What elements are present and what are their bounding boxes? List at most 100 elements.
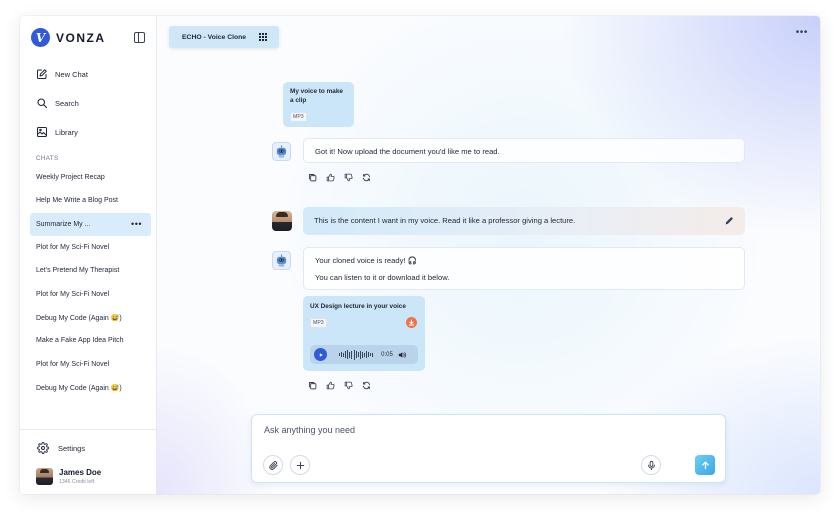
tab-echo-voice-clone[interactable]: ECHO - Voice Clone <box>169 26 279 48</box>
chat-item[interactable]: Make a Fake App Idea Pitch <box>30 329 151 352</box>
arrow-up-icon <box>701 461 709 469</box>
file-title: My voice to make a clip <box>290 88 343 104</box>
chat-item[interactable]: Weekly Project Recap <box>30 166 151 189</box>
waveform-bar <box>341 352 342 357</box>
add-button[interactable] <box>290 455 310 475</box>
waveform-bar <box>347 350 349 359</box>
chat-item-label: Summarize My ... <box>36 221 91 228</box>
sidebar: V VONZA New Chat Search Library CHATS We… <box>20 16 157 494</box>
attach-button[interactable] <box>263 455 283 475</box>
nav-library[interactable]: Library <box>36 126 78 138</box>
user-profile[interactable]: James Doe 1346 Credit left <box>36 468 101 485</box>
gear-icon <box>37 442 49 454</box>
regenerate-icon[interactable] <box>361 172 371 182</box>
chat-item[interactable]: Debug My Code (Again 😅) <box>30 376 151 399</box>
message-actions <box>307 380 371 390</box>
play-icon[interactable] <box>314 348 327 361</box>
sidebar-toggle-icon[interactable] <box>134 32 145 43</box>
brand-logo: V <box>31 28 50 47</box>
waveform-bar <box>353 349 355 360</box>
volume-icon[interactable] <box>398 351 406 359</box>
sidebar-divider <box>20 429 157 430</box>
grid-icon[interactable] <box>259 33 267 41</box>
bot-message-line: Your cloned voice is ready! 🎧 <box>315 256 418 265</box>
send-button[interactable] <box>695 455 715 475</box>
plus-icon <box>296 461 304 469</box>
bot-avatar <box>272 142 291 161</box>
robot-icon <box>276 145 287 158</box>
waveform-bar <box>351 350 353 359</box>
waveform-bar <box>343 352 345 357</box>
nav-new-chat[interactable]: New Chat <box>36 68 88 80</box>
waveform-bar <box>372 352 374 357</box>
waveform-bar <box>363 352 365 357</box>
chats-section-label: CHATS <box>36 155 59 162</box>
thumbs-up-icon[interactable] <box>325 380 335 390</box>
chat-item[interactable]: Let's Pretend My Therapist <box>30 259 151 282</box>
voice-input-button[interactable] <box>641 455 661 475</box>
waveform-bar <box>345 351 347 358</box>
waveform-bar <box>361 351 363 358</box>
waveform-bar <box>359 350 361 359</box>
microphone-icon <box>647 460 655 470</box>
bot-message: Got it! Now upload the document you'd li… <box>303 138 745 163</box>
user-file-message[interactable]: My voice to make a clip MP3 <box>283 82 354 127</box>
bot-avatar <box>272 251 291 270</box>
chat-item[interactable]: Plot for My Sci-Fi Novel <box>30 283 151 306</box>
waveform-bar <box>368 352 369 357</box>
waveform-bar <box>339 353 340 356</box>
settings-label: Settings <box>58 443 86 453</box>
brand-name: VONZA <box>56 30 106 45</box>
avatar <box>36 468 53 485</box>
more-options-icon[interactable]: ••• <box>131 219 142 229</box>
robot-icon <box>276 254 287 267</box>
copy-icon[interactable] <box>307 172 317 182</box>
chat-main: ECHO - Voice Clone ••• My voice to make … <box>157 16 820 494</box>
audio-title: UX Design lecture in your voice <box>310 303 406 310</box>
paperclip-icon <box>268 460 278 470</box>
chat-item[interactable]: Debug My Code (Again 😅) <box>30 306 151 329</box>
copy-icon[interactable] <box>307 380 317 390</box>
user-message-text: This is the content I want in my voice. … <box>314 216 576 225</box>
audio-attachment: UX Design lecture in your voice MP3 0:05 <box>303 296 425 371</box>
nav-label: New Chat <box>55 69 88 79</box>
nav-label: Search <box>55 98 79 108</box>
bot-message: Your cloned voice is ready! 🎧 You can li… <box>303 247 745 290</box>
file-type-badge: MP3 <box>290 112 307 122</box>
file-type-badge: MP3 <box>310 318 327 328</box>
message-input[interactable]: Ask anything you need <box>264 425 355 435</box>
audio-time: 0:05 <box>381 351 393 358</box>
audio-player: 0:05 <box>310 345 418 364</box>
waveform-bar <box>366 351 367 358</box>
settings-button[interactable]: Settings <box>37 442 85 454</box>
chat-item[interactable]: Help Me Write a Blog Post <box>30 189 151 212</box>
waveform[interactable] <box>339 349 374 360</box>
thumbs-up-icon[interactable] <box>325 172 335 182</box>
library-icon <box>36 126 48 138</box>
download-icon[interactable] <box>406 317 417 328</box>
edit-icon <box>36 68 48 80</box>
chat-item[interactable]: Plot for My Sci-Fi Novel <box>30 353 151 376</box>
user-credit: 1346 Credit left <box>59 479 95 485</box>
message-composer[interactable]: Ask anything you need <box>251 414 726 483</box>
user-name: James Doe <box>59 468 102 477</box>
brand: V VONZA <box>31 28 106 47</box>
more-options-icon[interactable]: ••• <box>796 28 808 38</box>
avatar <box>272 211 292 231</box>
chat-item[interactable]: Plot for My Sci-Fi Novel <box>30 236 151 259</box>
app-window: V VONZA New Chat Search Library CHATS We… <box>20 16 820 494</box>
bot-message-line: You can listen to it or download it belo… <box>315 273 450 282</box>
thumbs-down-icon[interactable] <box>343 172 353 182</box>
user-message: This is the content I want in my voice. … <box>303 207 745 235</box>
pencil-icon[interactable] <box>724 216 734 226</box>
nav-label: Library <box>55 127 78 137</box>
tab-label: ECHO - Voice Clone <box>182 33 247 41</box>
nav-search[interactable]: Search <box>36 97 79 109</box>
regenerate-icon[interactable] <box>361 380 371 390</box>
chat-item-active[interactable]: Summarize My ... ••• <box>30 213 151 236</box>
waveform-bar <box>357 352 359 357</box>
waveform-bar <box>349 351 351 358</box>
thumbs-down-icon[interactable] <box>343 380 353 390</box>
waveform-bar <box>355 351 357 358</box>
search-icon <box>36 97 48 109</box>
